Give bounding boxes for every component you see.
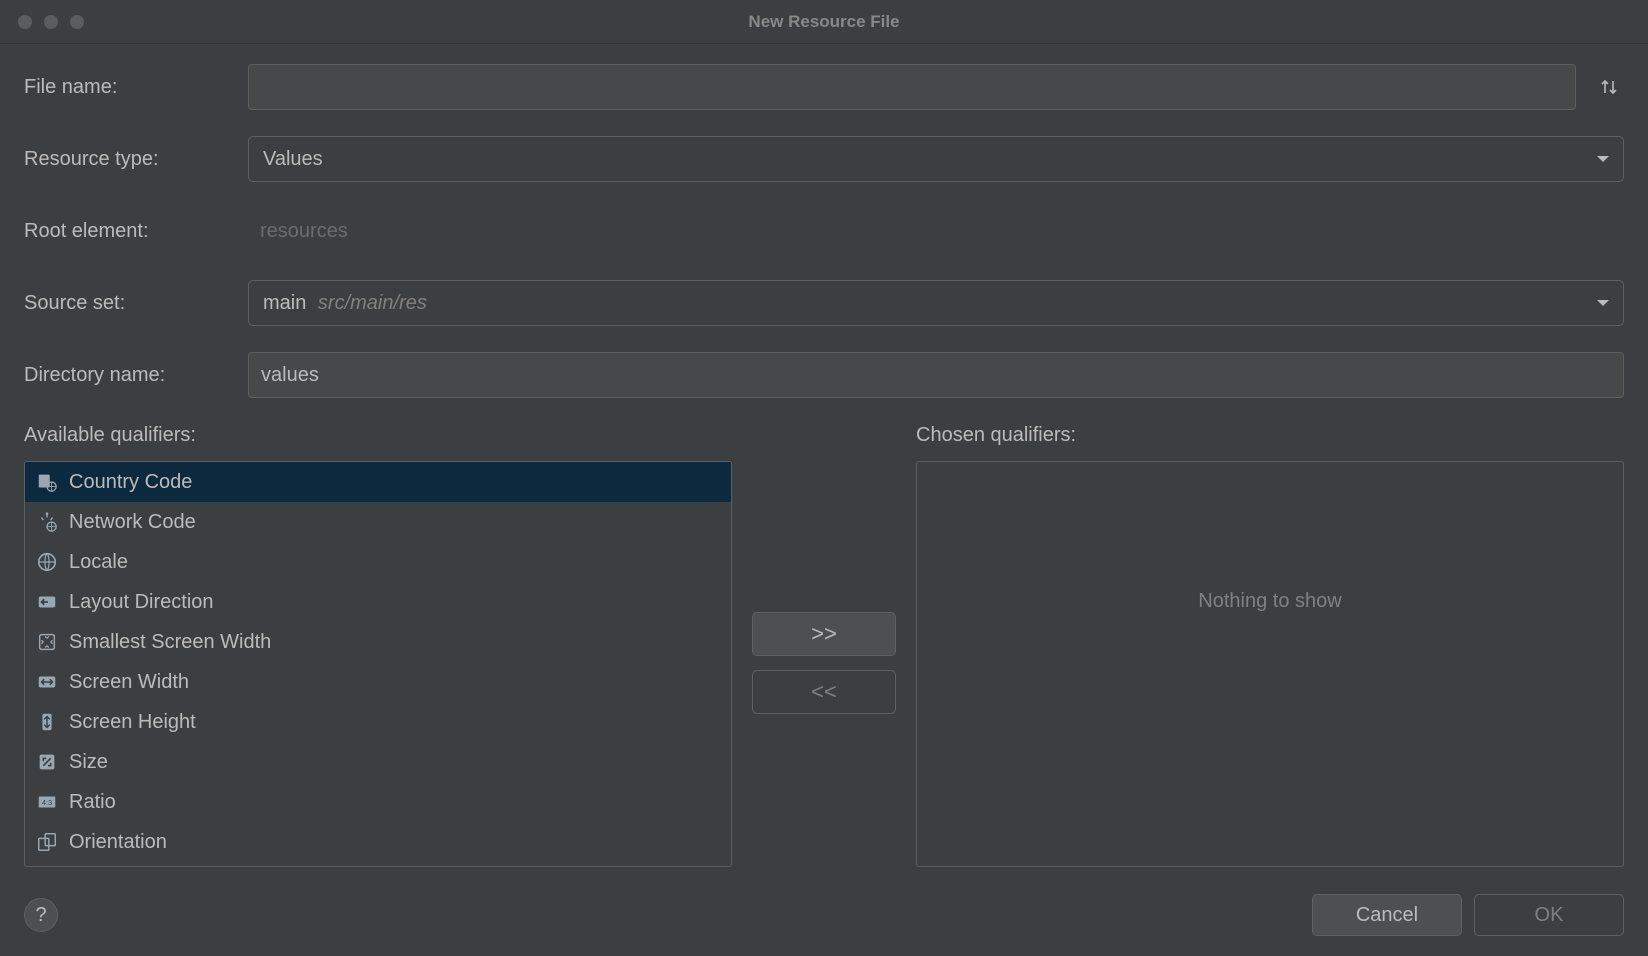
source-set-row: Source set: main src/main/res: [24, 280, 1624, 326]
zoom-window-button[interactable]: [70, 15, 84, 29]
chevron-down-icon: [1597, 300, 1609, 306]
network-code-icon: [35, 510, 59, 534]
qualifier-item-label: Country Code: [69, 471, 192, 494]
content-area: File name: Resource type: Values Root el…: [0, 44, 1648, 887]
move-buttons: >> <<: [748, 458, 900, 867]
qualifier-item[interactable]: Screen Height: [25, 702, 731, 742]
orientation-icon: [35, 830, 59, 854]
qualifier-item-label: Size: [69, 751, 108, 774]
source-set-secondary: src/main/res: [318, 292, 427, 314]
layout-direction-icon: [35, 590, 59, 614]
file-name-input[interactable]: [248, 64, 1576, 110]
qualifier-item[interactable]: Network Code: [25, 502, 731, 542]
qualifier-item[interactable]: Locale: [25, 542, 731, 582]
source-set-label: Source set:: [24, 292, 248, 315]
sort-toggle-icon[interactable]: [1594, 77, 1624, 97]
title-bar: New Resource File: [0, 0, 1648, 44]
qualifier-item-label: Smallest Screen Width: [69, 631, 271, 654]
resource-type-dropdown[interactable]: Values: [248, 136, 1624, 182]
country-code-icon: [35, 470, 59, 494]
footer: ? Cancel OK: [24, 894, 1624, 936]
footer-buttons: Cancel OK: [1312, 894, 1624, 936]
root-element-label: Root element:: [24, 220, 248, 243]
qualifier-item[interactable]: Orientation: [25, 822, 731, 862]
nothing-to-show-text: Nothing to show: [1198, 590, 1341, 613]
source-set-primary: main: [263, 292, 306, 314]
root-element-row: Root element:: [24, 208, 1624, 254]
traffic-lights: [0, 15, 84, 29]
qualifier-item-label: Locale: [69, 551, 128, 574]
screen-height-icon: [35, 710, 59, 734]
chosen-qualifiers-label: Chosen qualifiers:: [916, 424, 1624, 447]
cancel-button[interactable]: Cancel: [1312, 894, 1462, 936]
available-qualifiers-label: Available qualifiers:: [24, 424, 732, 447]
qualifier-item-label: Screen Width: [69, 671, 189, 694]
screen-width-icon: [35, 670, 59, 694]
qualifier-item-label: Orientation: [69, 831, 167, 854]
available-qualifiers-col: Available qualifiers: Country Code Networ…: [24, 424, 732, 867]
locale-icon: [35, 550, 59, 574]
qualifier-item[interactable]: Screen Width: [25, 662, 731, 702]
qualifier-item-label: Ratio: [69, 791, 116, 814]
directory-name-row: Directory name:: [24, 352, 1624, 398]
file-name-row: File name:: [24, 64, 1624, 110]
qualifier-item-label: Screen Height: [69, 711, 196, 734]
qualifier-item[interactable]: Country Code: [25, 462, 731, 502]
svg-text:4:3: 4:3: [42, 798, 52, 807]
qualifier-item[interactable]: 4:3 Ratio: [25, 782, 731, 822]
source-set-dropdown[interactable]: main src/main/res: [248, 280, 1624, 326]
ok-button[interactable]: OK: [1474, 894, 1624, 936]
chosen-qualifiers-list[interactable]: Nothing to show: [916, 461, 1624, 867]
ratio-icon: 4:3: [35, 790, 59, 814]
directory-name-label: Directory name:: [24, 364, 248, 387]
qualifier-item-label: Layout Direction: [69, 591, 214, 614]
resource-type-value: Values: [263, 148, 323, 171]
qualifier-item[interactable]: Size: [25, 742, 731, 782]
chevron-down-icon: [1597, 156, 1609, 162]
qualifier-item[interactable]: Layout Direction: [25, 582, 731, 622]
resource-type-row: Resource type: Values: [24, 136, 1624, 182]
file-name-label: File name:: [24, 76, 248, 99]
resource-type-label: Resource type:: [24, 148, 248, 171]
source-set-value: main src/main/res: [263, 292, 427, 315]
add-qualifier-button[interactable]: >>: [752, 612, 896, 656]
directory-name-input[interactable]: [248, 352, 1624, 398]
chosen-qualifiers-col: Chosen qualifiers: Nothing to show: [916, 424, 1624, 867]
dialog-title: New Resource File: [748, 12, 899, 32]
help-button[interactable]: ?: [24, 898, 58, 932]
available-qualifiers-list[interactable]: Country Code Network Code Locale Layout Dir…: [24, 461, 732, 867]
qualifiers-section: Available qualifiers: Country Code Networ…: [24, 424, 1624, 867]
smallest-width-icon: [35, 630, 59, 654]
close-window-button[interactable]: [18, 15, 32, 29]
qualifier-item-label: Network Code: [69, 511, 196, 534]
remove-qualifier-button[interactable]: <<: [752, 670, 896, 714]
minimize-window-button[interactable]: [44, 15, 58, 29]
qualifier-item[interactable]: Smallest Screen Width: [25, 622, 731, 662]
root-element-input: [248, 208, 1624, 254]
size-icon: [35, 750, 59, 774]
